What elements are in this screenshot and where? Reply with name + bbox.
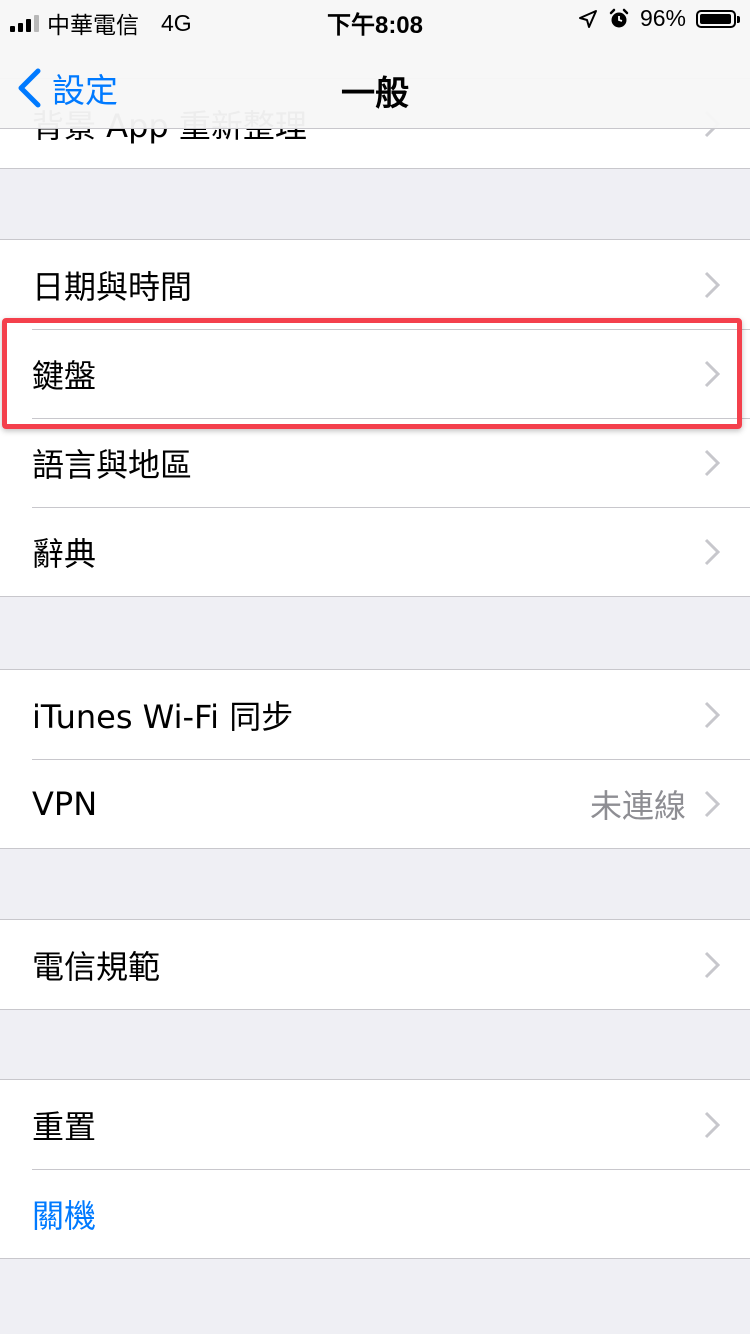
battery-icon (696, 9, 740, 28)
row-itunes-wifi-sync[interactable]: iTunes Wi-Fi 同步 (0, 670, 750, 759)
page-title: 一般 (341, 74, 409, 114)
row-date-time[interactable]: 日期與時間 (0, 240, 750, 329)
row-label: 語言與地區 (32, 445, 193, 484)
location-arrow-icon (578, 9, 597, 28)
group-locale: 日期與時間 鍵盤 語言與地區 辭典 (0, 239, 750, 597)
row-language-region[interactable]: 語言與地區 (0, 418, 750, 507)
chevron-right-icon (704, 538, 720, 565)
alarm-clock-icon (609, 8, 629, 27)
row-label: 日期與時間 (32, 267, 193, 306)
chevron-right-icon (704, 701, 720, 728)
status-bar: 中華電信 4G 下午8:08 96% (0, 0, 750, 40)
group-reset-shutdown: 重置 關機 (0, 1079, 750, 1259)
row-vpn[interactable]: VPN 未連線 (0, 759, 750, 848)
vpn-status-value: 未連線 (589, 786, 686, 825)
group-regulatory: 電信規範 (0, 919, 750, 1010)
chevron-right-icon (704, 1111, 720, 1138)
chevron-right-icon (704, 360, 720, 387)
row-keyboard[interactable]: 鍵盤 (0, 329, 750, 418)
battery-percent: 96% (639, 5, 686, 31)
row-shut-down[interactable]: 關機 (0, 1169, 750, 1258)
row-label: VPN (32, 784, 98, 823)
row-reset[interactable]: 重置 (0, 1080, 750, 1169)
chevron-right-icon (704, 790, 720, 817)
group-sync-vpn: iTunes Wi-Fi 同步 VPN 未連線 (0, 669, 750, 849)
chevron-right-icon (704, 951, 720, 978)
shut-down-label: 關機 (32, 1196, 97, 1235)
row-label: 重置 (32, 1107, 97, 1146)
chevron-right-icon (704, 449, 720, 476)
navigation-bar: 設定 一般 (0, 40, 750, 129)
row-regulatory[interactable]: 電信規範 (0, 920, 750, 1009)
row-label: 電信規範 (32, 947, 161, 986)
row-label: 辭典 (32, 534, 97, 573)
row-label: 鍵盤 (32, 356, 97, 395)
row-label: iTunes Wi-Fi 同步 (32, 697, 294, 736)
chevron-right-icon (704, 271, 720, 298)
row-dictionary[interactable]: 辭典 (0, 507, 750, 596)
